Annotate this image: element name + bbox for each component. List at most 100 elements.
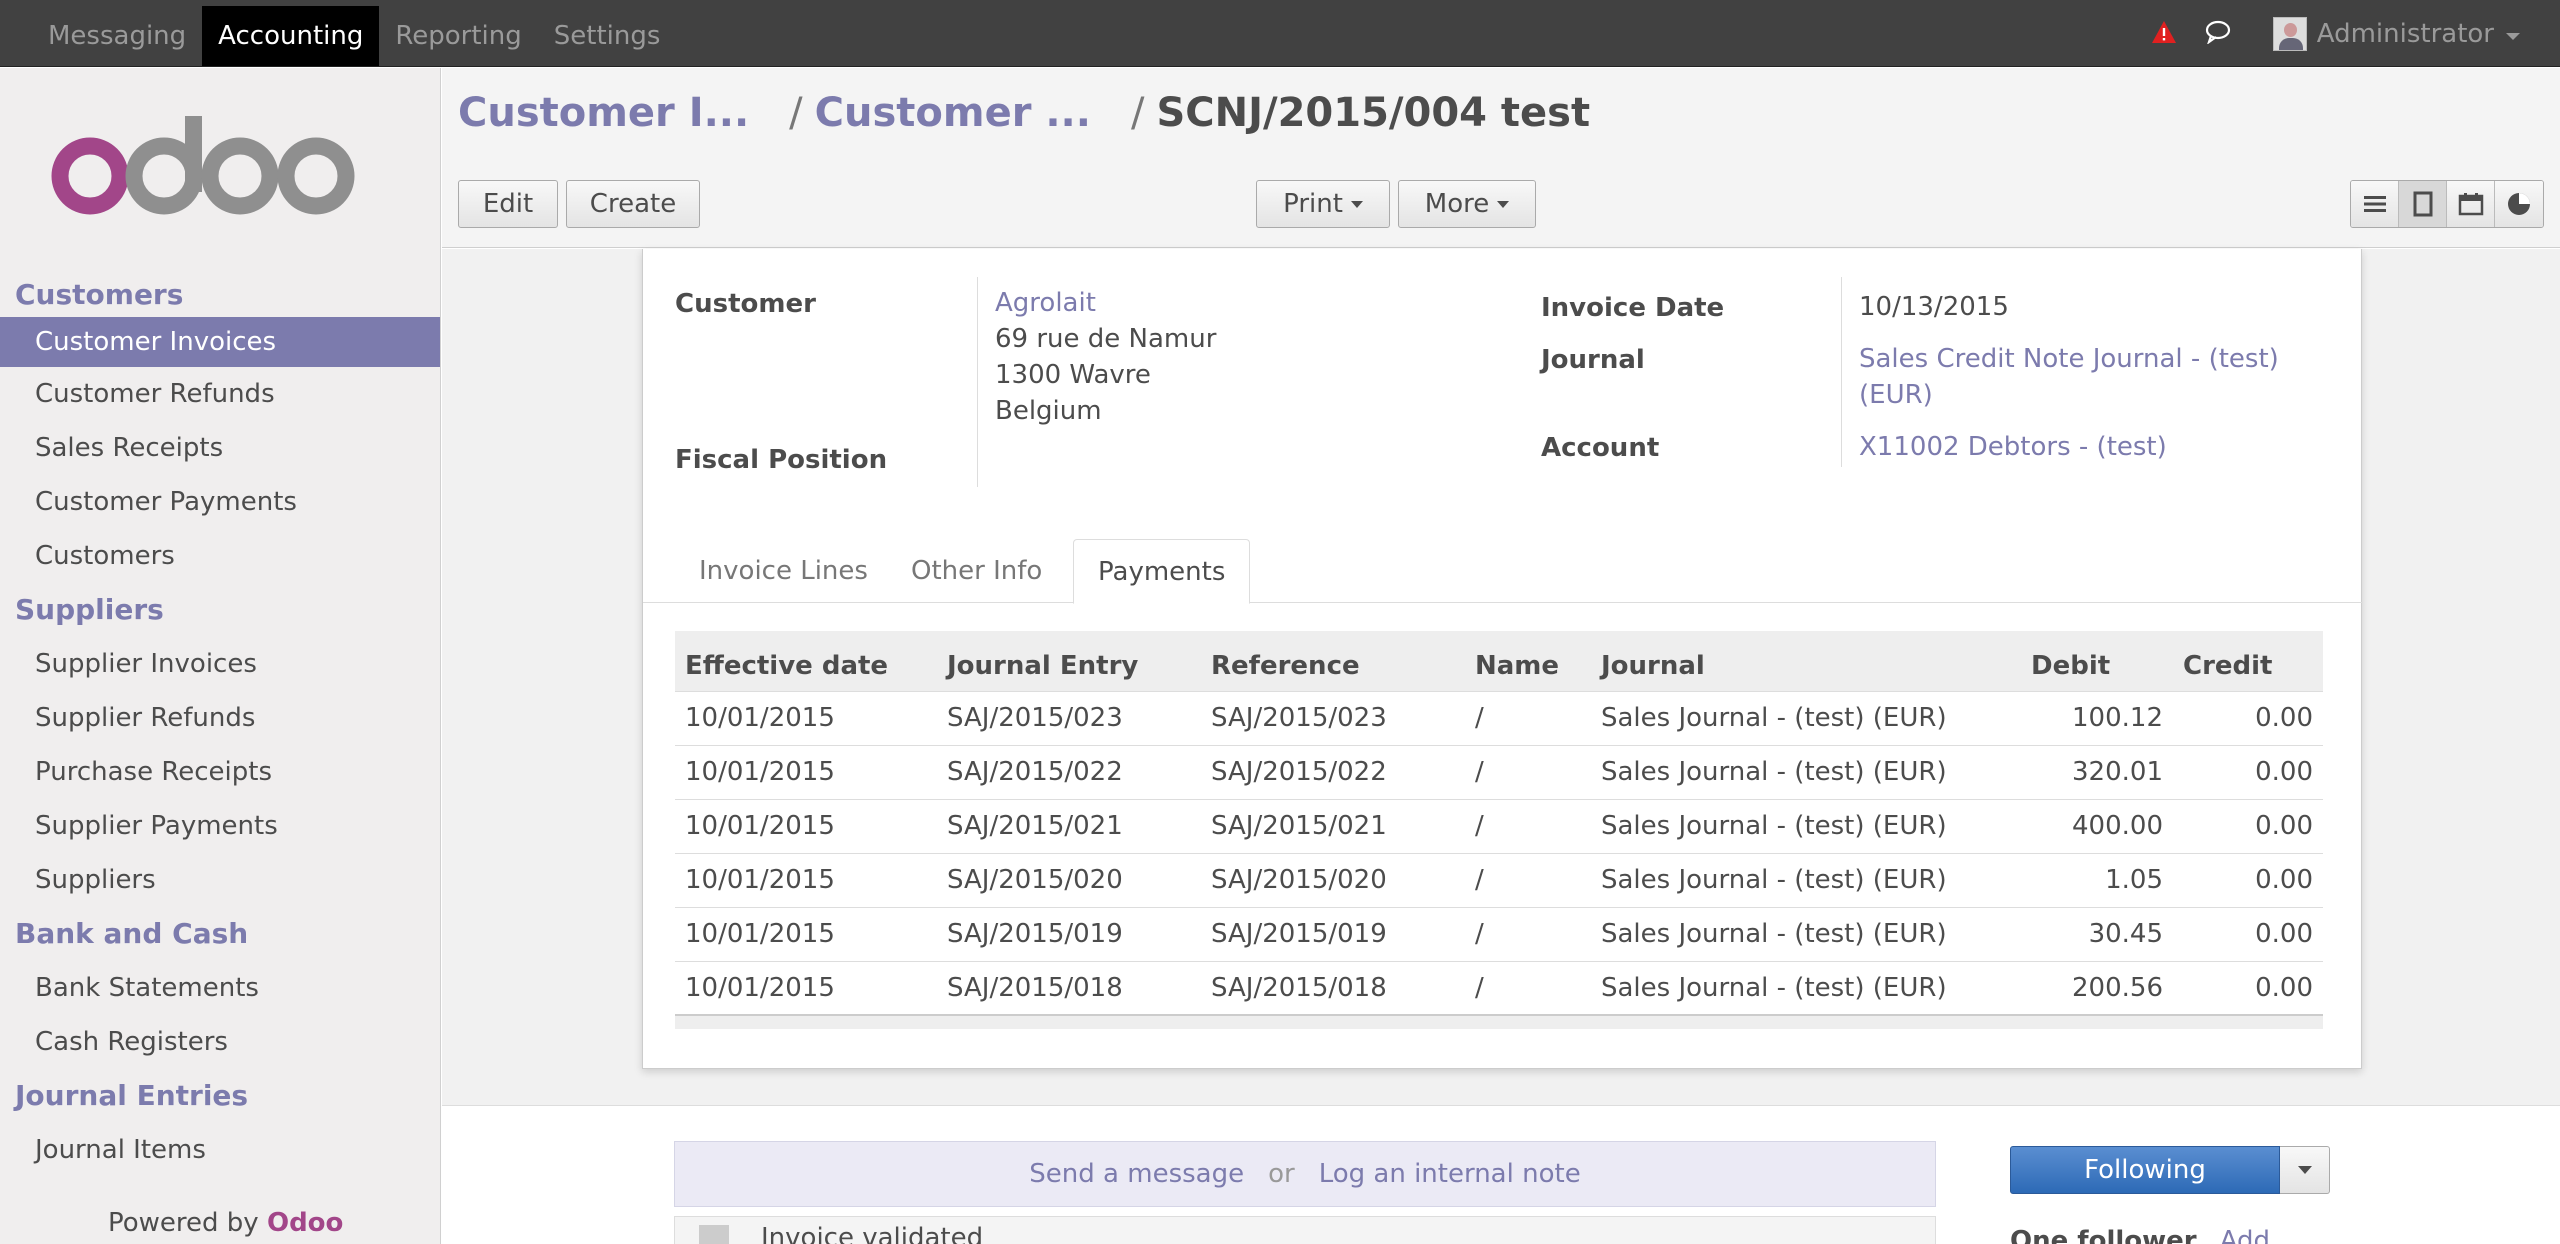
- sidebar-item-purchase-receipts[interactable]: Purchase Receipts: [0, 745, 440, 799]
- followers-label: One follower: [2010, 1226, 2197, 1244]
- cell-debit: 30.45: [2021, 906, 2173, 961]
- page-title: SCNJ/2015/004 test: [1156, 90, 1591, 136]
- column-header[interactable]: Reference: [1201, 631, 1465, 691]
- section-journal-entries: Journal Entries: [15, 1079, 249, 1112]
- followers-count: One follower Add: [2010, 1226, 2270, 1244]
- message-text: Invoice validated: [761, 1223, 984, 1244]
- sidebar-item-supplier-invoices[interactable]: Supplier Invoices: [0, 637, 440, 691]
- customer-link[interactable]: Agrolait: [995, 285, 1216, 321]
- journal-link[interactable]: Sales Credit Note Journal - (test) (EUR): [1859, 341, 2279, 413]
- table-row[interactable]: 10/01/2015 SAJ/2015/023 SAJ/2015/023 / S…: [675, 690, 2323, 745]
- cell-journal: Sales Journal - (test) (EUR): [1591, 906, 2021, 961]
- main-content: Customer I... / Customer ... / SCNJ/2015…: [442, 68, 2560, 1244]
- powered-by: Powered by Odoo: [108, 1208, 343, 1238]
- print-button[interactable]: Print: [1256, 180, 1390, 228]
- tab-other-info[interactable]: Other Info: [887, 539, 1066, 603]
- user-menu[interactable]: Administrator: [2317, 19, 2494, 49]
- cell-credit: 0.00: [2173, 798, 2323, 853]
- cell-name: /: [1465, 690, 1591, 745]
- column-header[interactable]: Name: [1465, 631, 1591, 691]
- cell-effective-date: 10/01/2015: [675, 690, 937, 745]
- log-note-link[interactable]: Log an internal note: [1319, 1159, 1581, 1189]
- cell-name: /: [1465, 798, 1591, 853]
- breadcrumb-customer-invoices[interactable]: Customer I...: [458, 90, 749, 136]
- column-header[interactable]: Credit: [2173, 631, 2323, 691]
- table-row[interactable]: 10/01/2015 SAJ/2015/022 SAJ/2015/022 / S…: [675, 744, 2323, 799]
- column-header[interactable]: Journal Entry: [937, 631, 1201, 691]
- sidebar-item-supplier-refunds[interactable]: Supplier Refunds: [0, 691, 440, 745]
- list-view-icon[interactable]: [2351, 181, 2399, 227]
- user-avatar[interactable]: [2272, 16, 2307, 51]
- follow-dropdown-button[interactable]: [2280, 1146, 2330, 1194]
- warning-icon[interactable]: [2151, 20, 2177, 48]
- cell-effective-date: 10/01/2015: [675, 798, 937, 853]
- menu-messaging[interactable]: Messaging: [32, 6, 202, 66]
- cell-effective-date: 10/01/2015: [675, 744, 937, 799]
- menu-settings[interactable]: Settings: [538, 6, 677, 66]
- graph-view-icon[interactable]: [2495, 181, 2543, 227]
- tab-payments[interactable]: Payments: [1073, 539, 1251, 604]
- message-item: Invoice validated: [674, 1216, 1936, 1244]
- tab-invoice-lines[interactable]: Invoice Lines: [675, 539, 892, 603]
- account-link[interactable]: X11002 Debtors - (test): [1859, 429, 2167, 465]
- menu-accounting[interactable]: Accounting: [202, 5, 380, 66]
- create-button-label: Create: [589, 189, 677, 219]
- table-header-row: Effective date Journal Entry Reference N…: [675, 631, 2323, 691]
- compose-bar: Send a message or Log an internal note: [674, 1141, 1936, 1207]
- cell-journal: Sales Journal - (test) (EUR): [1591, 960, 2021, 1015]
- chevron-down-icon: [1497, 200, 1510, 208]
- edit-button[interactable]: Edit: [458, 180, 558, 228]
- add-follower-link[interactable]: Add: [2220, 1226, 2270, 1244]
- menu-reporting[interactable]: Reporting: [379, 6, 537, 66]
- sidebar-item-cash-registers[interactable]: Cash Registers: [0, 1015, 440, 1069]
- table-footer-cell: [675, 1014, 2323, 1029]
- cell-journal-entry: SAJ/2015/020: [937, 852, 1201, 907]
- odoo-logo[interactable]: [50, 108, 390, 238]
- chat-icon[interactable]: [2205, 20, 2233, 48]
- sidebar-item-supplier-payments[interactable]: Supplier Payments: [0, 799, 440, 853]
- sidebar-item-suppliers[interactable]: Suppliers: [0, 853, 440, 907]
- cell-effective-date: 10/01/2015: [675, 852, 937, 907]
- powered-by-brand-link[interactable]: Odoo: [267, 1208, 343, 1238]
- sidebar-item-customer-refunds[interactable]: Customer Refunds: [0, 367, 440, 421]
- column-header[interactable]: Debit: [2021, 631, 2173, 691]
- cell-reference: SAJ/2015/019: [1201, 906, 1465, 961]
- form-view-icon[interactable]: [2399, 181, 2447, 227]
- cell-effective-date: 10/01/2015: [675, 960, 937, 1015]
- table-row[interactable]: 10/01/2015 SAJ/2015/020 SAJ/2015/020 / S…: [675, 852, 2323, 907]
- cell-journal: Sales Journal - (test) (EUR): [1591, 852, 2021, 907]
- create-button[interactable]: Create: [566, 180, 700, 228]
- journal-line-1: Sales Credit Note Journal - (test): [1859, 344, 2279, 374]
- invoice-date-label: Invoice Date: [1541, 293, 1725, 323]
- more-button[interactable]: More: [1398, 180, 1536, 228]
- column-header[interactable]: Journal: [1591, 631, 2021, 691]
- sidebar-item-journal-items[interactable]: Journal Items: [0, 1123, 440, 1177]
- cell-reference: SAJ/2015/020: [1201, 852, 1465, 907]
- column-header[interactable]: Effective date: [675, 631, 937, 691]
- table-row[interactable]: 10/01/2015 SAJ/2015/021 SAJ/2015/021 / S…: [675, 798, 2323, 853]
- main-menu: Messaging Accounting Reporting Settings: [32, 0, 676, 67]
- invoice-date-value: 10/13/2015: [1859, 292, 2009, 322]
- user-caret-icon[interactable]: [2506, 33, 2520, 40]
- compose-or: or: [1268, 1159, 1295, 1189]
- send-message-link[interactable]: Send a message: [1029, 1159, 1244, 1189]
- sidebar-item-customers[interactable]: Customers: [0, 529, 440, 583]
- invoice-form-sheet: Customer Agrolait 69 rue de Namur 1300 W…: [642, 249, 2363, 1069]
- address-line-1: 69 rue de Namur: [995, 324, 1217, 354]
- table-row[interactable]: 10/01/2015 SAJ/2015/018 SAJ/2015/018 / S…: [675, 960, 2323, 1015]
- address-line-2: 1300 Wavre: [995, 360, 1151, 390]
- cell-journal-entry: SAJ/2015/023: [937, 690, 1201, 745]
- cell-credit: 0.00: [2173, 744, 2323, 799]
- table-footer: [675, 1014, 2323, 1029]
- cell-debit: 100.12: [2021, 690, 2173, 745]
- table-row[interactable]: 10/01/2015 SAJ/2015/019 SAJ/2015/019 / S…: [675, 906, 2323, 961]
- cell-journal: Sales Journal - (test) (EUR): [1591, 798, 2021, 853]
- sidebar-item-customer-payments[interactable]: Customer Payments: [0, 475, 440, 529]
- cell-credit: 0.00: [2173, 690, 2323, 745]
- breadcrumb-customer[interactable]: Customer ...: [815, 90, 1091, 136]
- sidebar-item-sales-receipts[interactable]: Sales Receipts: [0, 421, 440, 475]
- sidebar-item-customer-invoices[interactable]: Customer Invoices: [0, 317, 440, 367]
- calendar-view-icon[interactable]: [2447, 181, 2495, 227]
- following-button[interactable]: Following: [2010, 1146, 2280, 1194]
- sidebar-item-bank-statements[interactable]: Bank Statements: [0, 961, 440, 1015]
